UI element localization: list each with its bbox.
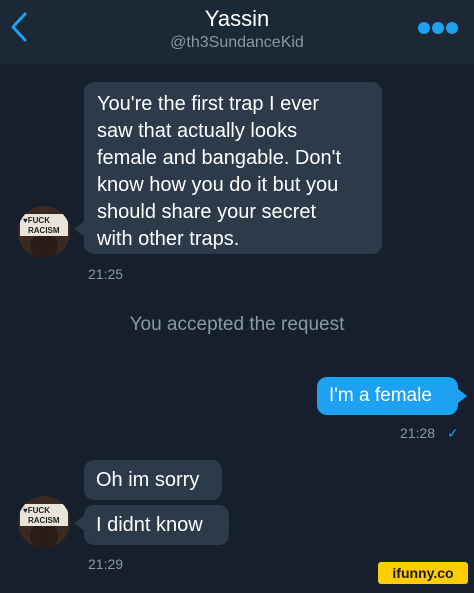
message-timestamp: 21:28 (400, 425, 436, 441)
avatar[interactable]: ♥FUCK RACISM (18, 206, 70, 258)
message-timestamp: 21:29 (88, 556, 124, 572)
more-dots-icon[interactable] (416, 17, 460, 39)
received-message[interactable]: I didnt know (84, 505, 229, 545)
request-accepted-notice: You accepted the request (129, 314, 345, 335)
contact-handle[interactable]: @th3SundanceKid (0, 34, 474, 52)
svg-text:♥FUCK: ♥FUCK (23, 216, 50, 225)
avatar[interactable]: ♥FUCK RACISM (18, 496, 70, 548)
sent-message[interactable]: I'm a female (317, 377, 458, 415)
conversation-header: Yassin @th3SundanceKid (0, 0, 474, 64)
svg-text:RACISM: RACISM (28, 226, 60, 235)
svg-text:RACISM: RACISM (28, 516, 60, 525)
message-text: I'm a female (329, 385, 432, 406)
message-text: I didnt know (96, 514, 203, 536)
read-status-icon: ✓ (447, 425, 459, 441)
bubble-tail (457, 388, 467, 404)
received-message[interactable]: Oh im sorry (84, 460, 222, 500)
message-timestamp: 21:25 (88, 266, 124, 282)
message-text: You're the first trap I ever saw that ac… (97, 93, 341, 250)
svg-text:♥FUCK: ♥FUCK (23, 506, 50, 515)
message-text: Oh im sorry (96, 469, 200, 491)
ifunny-watermark: ifunny.co (378, 562, 468, 589)
received-message[interactable]: You're the first trap I ever saw that ac… (84, 82, 382, 254)
contact-name[interactable]: Yassin (0, 6, 474, 32)
watermark-text: ifunny.co (392, 565, 453, 581)
